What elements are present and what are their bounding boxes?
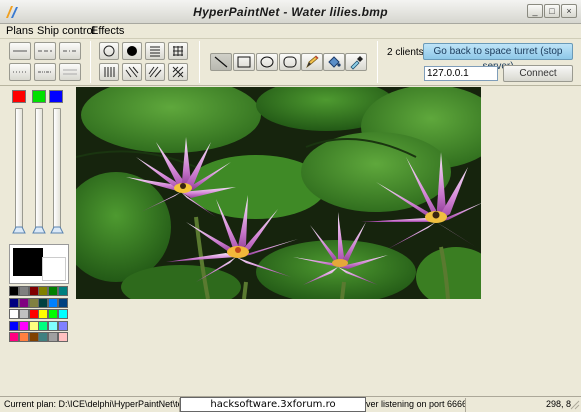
pencil-tool-button[interactable] [301, 53, 323, 71]
line-style-dashed-button[interactable] [34, 42, 56, 60]
palette-swatch[interactable] [9, 309, 19, 319]
palette-swatch[interactable] [28, 309, 39, 319]
secondary-color-swatch[interactable] [42, 257, 66, 281]
palette-swatch[interactable] [38, 332, 49, 342]
red-channel-swatch [12, 90, 26, 103]
menu-effects[interactable]: Effects [91, 25, 124, 37]
palette-swatch[interactable] [28, 332, 39, 342]
current-plan-status: Current plan: D:\ICE\delphi\HyperPaintNe… [0, 398, 180, 412]
window-title: HyperPaintNet - Water lilies.bmp [193, 5, 388, 19]
palette-swatch[interactable] [48, 309, 59, 319]
go-back-to-space-turret-button[interactable]: Go back to space turret (stop server) [423, 43, 573, 72]
rectangle-tool-button[interactable] [233, 53, 255, 71]
blue-slider-thumb[interactable] [50, 226, 64, 234]
line-style-dotted-button[interactable] [9, 63, 31, 81]
eyedropper-tool-button[interactable] [345, 53, 367, 71]
ip-address-input[interactable] [424, 66, 498, 81]
line-tool-button[interactable] [210, 53, 232, 71]
palette-swatch[interactable] [58, 332, 68, 342]
palette-swatch[interactable] [18, 297, 29, 308]
fill-fdiagonal-button[interactable] [145, 63, 165, 81]
palette-swatch[interactable] [38, 320, 49, 331]
green-channel-swatch [32, 90, 46, 103]
water-lilies-image [76, 87, 481, 299]
watermark-text: hacksoftware.3xforum.ro [180, 397, 366, 412]
clients-count-label: 2 clients [387, 47, 424, 58]
fill-cross-button[interactable] [168, 42, 188, 60]
palette-swatch[interactable] [28, 297, 39, 308]
line-tool-icon [214, 56, 228, 68]
title-bar: HyperPaintNet - Water lilies.bmp _ □ × [0, 0, 581, 24]
red-slider-thumb[interactable] [12, 226, 26, 234]
resize-grip-icon[interactable] [569, 399, 580, 410]
palette-swatch[interactable] [38, 309, 49, 319]
toolbar-separator [377, 41, 378, 83]
fill-diagcross-button[interactable] [168, 63, 188, 81]
ellipse-tool-icon [260, 56, 274, 68]
palette-swatch[interactable] [28, 286, 39, 296]
line-style-none-button[interactable] [59, 63, 81, 81]
palette-swatch[interactable] [18, 309, 29, 319]
palette-swatch[interactable] [58, 286, 68, 296]
green-slider-thumb[interactable] [32, 226, 46, 234]
red-slider[interactable] [15, 108, 23, 230]
menu-ship-control[interactable]: Ship control [37, 25, 95, 37]
green-slider[interactable] [35, 108, 43, 230]
fill-bucket-tool-button[interactable] [323, 53, 345, 71]
maximize-button[interactable]: □ [544, 4, 560, 18]
rectangle-tool-icon [237, 56, 251, 68]
palette-swatch[interactable] [9, 320, 19, 331]
rounded-rect-tool-icon [283, 56, 297, 68]
fill-solid-button[interactable] [122, 42, 142, 60]
fill-bucket-tool-icon [328, 56, 341, 68]
palette-swatch[interactable] [58, 297, 68, 308]
toolbar: 2 clients Go back to space turret (stop … [0, 38, 581, 86]
blue-slider[interactable] [53, 108, 61, 230]
ellipse-tool-button[interactable] [256, 53, 278, 71]
menu-plans[interactable]: Plans [6, 25, 34, 37]
palette-swatch[interactable] [58, 320, 68, 331]
line-style-dashdotdot-button[interactable] [34, 63, 56, 81]
eyedropper-tool-icon [350, 56, 363, 70]
menu-bar: Plans Ship control Effects [0, 24, 581, 38]
pencil-tool-icon [306, 55, 319, 69]
palette-swatch[interactable] [18, 286, 29, 296]
palette-swatch[interactable] [9, 286, 19, 296]
fill-horizontal-button[interactable] [145, 42, 165, 60]
toolbar-separator [90, 41, 91, 83]
toolbar-separator [199, 41, 200, 83]
cursor-coordinates: 298, 8 [545, 399, 571, 409]
palette-swatch[interactable] [48, 332, 59, 342]
palette-swatch[interactable] [18, 320, 29, 331]
palette-swatch[interactable] [38, 286, 49, 296]
rounded-rect-tool-button[interactable] [279, 53, 301, 71]
palette-swatch[interactable] [9, 332, 19, 342]
palette-swatch[interactable] [18, 332, 29, 342]
blue-channel-swatch [49, 90, 63, 103]
minimize-button[interactable]: _ [527, 4, 543, 18]
palette-swatch[interactable] [58, 309, 68, 319]
close-button[interactable]: × [561, 4, 577, 18]
palette-swatch[interactable] [9, 297, 19, 308]
palette-swatch[interactable] [28, 320, 39, 331]
fill-vertical-button[interactable] [99, 63, 119, 81]
palette-swatch[interactable] [48, 297, 59, 308]
server-status: ver listening on port 6666 [366, 398, 466, 412]
color-panel [3, 87, 73, 397]
fill-bdiagonal-button[interactable] [122, 63, 142, 81]
fill-clear-button[interactable] [99, 42, 119, 60]
palette-swatch[interactable] [48, 320, 59, 331]
line-style-dashdot-button[interactable] [59, 42, 81, 60]
primary-color-swatch[interactable] [13, 248, 43, 276]
color-preview [9, 244, 69, 284]
connect-button[interactable]: Connect [503, 65, 573, 82]
palette-swatch[interactable] [38, 297, 49, 308]
palette-swatch[interactable] [48, 286, 59, 296]
line-style-solid-button[interactable] [9, 42, 31, 60]
drawing-canvas[interactable] [76, 87, 481, 299]
